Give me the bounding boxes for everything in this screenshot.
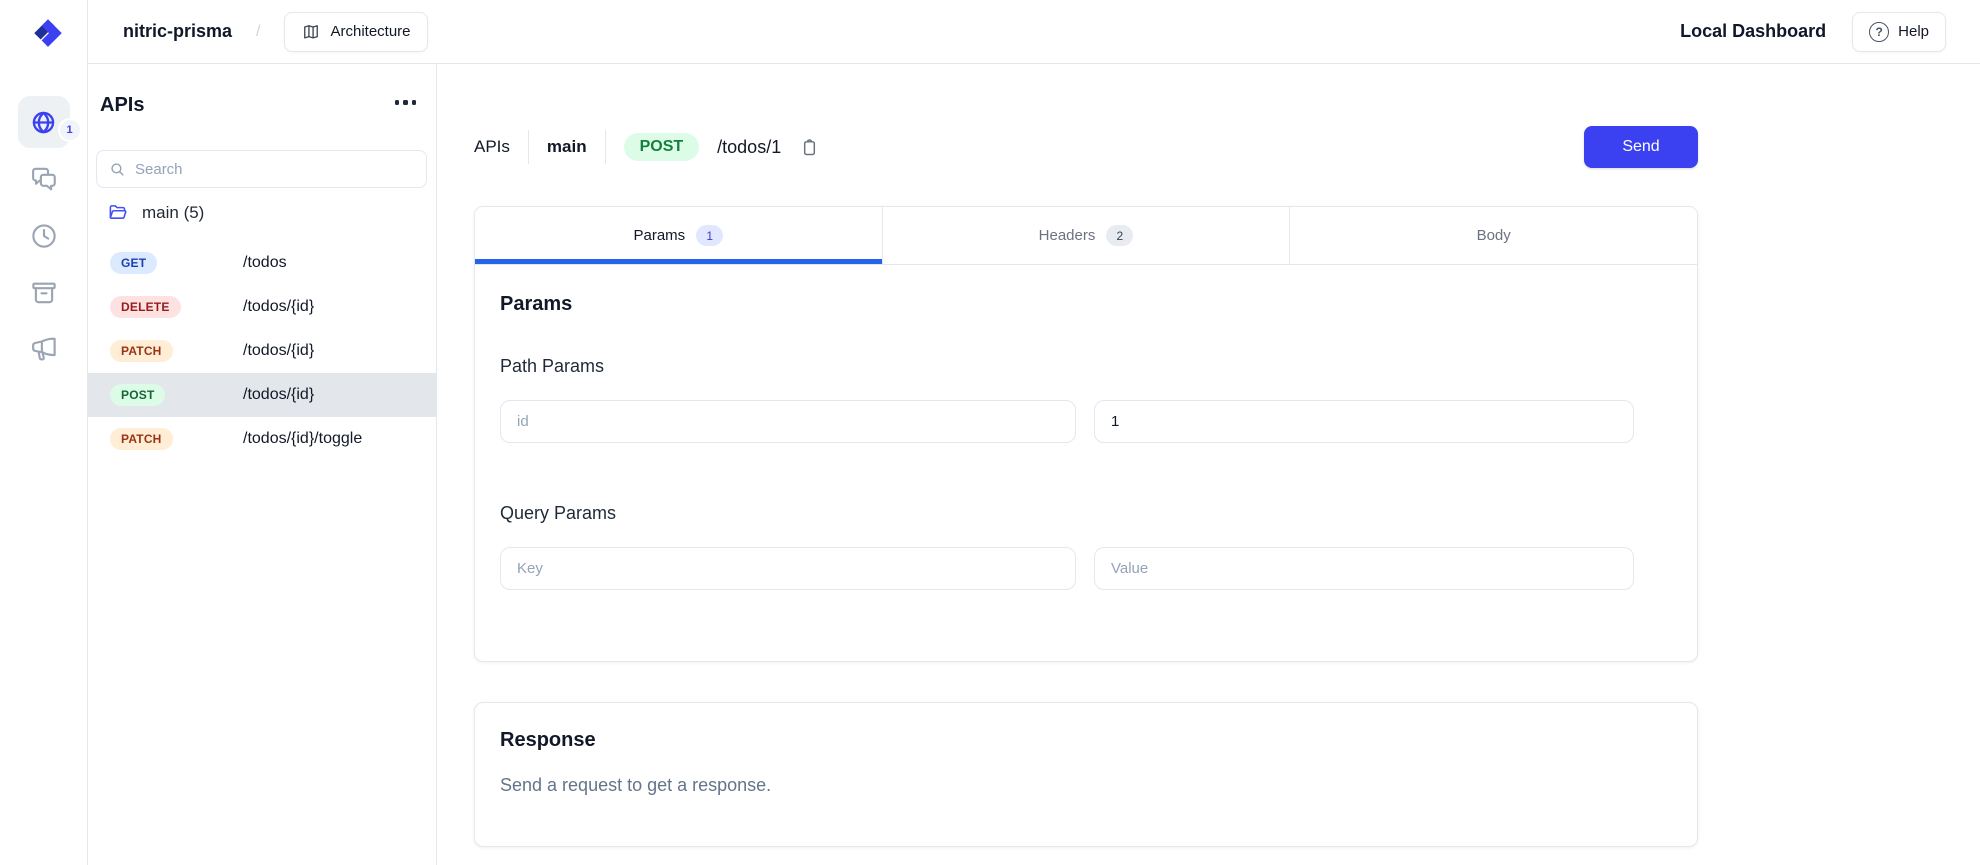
nitric-logo[interactable] — [26, 12, 70, 56]
response-heading: Response — [500, 729, 1672, 752]
divider — [528, 130, 529, 164]
ellipsis-icon — [395, 100, 400, 105]
apis-panel-menu-button[interactable] — [395, 100, 417, 105]
tab-params[interactable]: Params 1 — [475, 207, 883, 264]
sidebar-item-schedules[interactable] — [18, 210, 70, 262]
path-param-key-input[interactable] — [500, 400, 1076, 443]
endpoint-row[interactable]: DELETE/todos/{id} — [88, 285, 436, 329]
apis-panel-title: APIs — [100, 94, 144, 117]
endpoint-list: GET/todosDELETE/todos/{id}PATCH/todos/{i… — [88, 241, 436, 461]
sidebar-item-websockets[interactable] — [18, 153, 70, 205]
main-content: APIs main POST /todos/1 Send Params 1 Head… — [437, 64, 1980, 865]
method-badge: POST — [110, 384, 165, 406]
api-group-label: main (5) — [142, 203, 204, 223]
chat-bubbles-icon — [29, 164, 59, 194]
breadcrumb-root: APIs — [474, 137, 510, 157]
search-input[interactable] — [135, 161, 414, 178]
tab-count-badge: 1 — [696, 225, 723, 246]
help-button-label: Help — [1898, 23, 1929, 40]
request-method-badge: POST — [624, 133, 700, 161]
sidebar-item-storage[interactable] — [18, 267, 70, 319]
top-header: nitric-prisma / Architecture Local Dashb… — [88, 0, 1980, 64]
query-param-value-input[interactable] — [1094, 547, 1634, 590]
dashboard-title: Local Dashboard — [1680, 21, 1826, 42]
search-box — [96, 150, 427, 188]
clock-icon — [29, 221, 59, 251]
help-button[interactable]: ? Help — [1852, 12, 1946, 52]
sidebar-item-apis[interactable]: 1 — [18, 96, 70, 148]
request-tabbar: Params 1 Headers 2 Body — [475, 207, 1697, 265]
method-badge: PATCH — [110, 340, 173, 362]
copy-path-button[interactable] — [799, 137, 820, 158]
tab-headers[interactable]: Headers 2 — [883, 207, 1291, 264]
request-path: /todos/1 — [717, 137, 781, 158]
path-params-row — [500, 400, 1634, 443]
endpoint-row[interactable]: GET/todos — [88, 241, 436, 285]
endpoint-path: /todos/{id} — [243, 298, 314, 316]
endpoint-row[interactable]: PATCH/todos/{id} — [88, 329, 436, 373]
endpoint-path: /todos/{id}/toggle — [243, 430, 362, 448]
endpoint-path: /todos/{id} — [243, 342, 314, 360]
clipboard-icon — [799, 137, 820, 158]
search-icon — [109, 161, 126, 178]
endpoint-row[interactable]: POST/todos/{id} — [88, 373, 436, 417]
apis-count-badge: 1 — [60, 120, 80, 140]
query-params-row — [500, 547, 1634, 590]
params-heading: Params — [500, 293, 1634, 316]
response-card: Response Send a request to get a respons… — [474, 702, 1698, 847]
megaphone-icon — [29, 335, 59, 365]
apis-panel: APIs main (5) GET/todosDELETE/todos/{id}… — [88, 64, 437, 865]
folder-icon — [106, 202, 130, 223]
map-icon — [301, 22, 321, 42]
breadcrumb-separator: / — [256, 23, 260, 41]
sidebar-item-topics[interactable] — [18, 324, 70, 376]
tab-label: Params — [633, 227, 685, 244]
nitric-local-dashboard: 1 — [0, 0, 1980, 865]
tab-label: Body — [1477, 227, 1511, 244]
architecture-button-label: Architecture — [330, 23, 410, 40]
response-empty-message: Send a request to get a response. — [500, 775, 1672, 796]
api-group-main[interactable]: main (5) — [106, 202, 204, 223]
path-params-heading: Path Params — [500, 356, 1634, 377]
question-mark-icon: ? — [1869, 22, 1889, 42]
query-params-heading: Query Params — [500, 503, 1634, 524]
method-badge: DELETE — [110, 296, 181, 318]
tab-count-badge: 2 — [1106, 225, 1133, 246]
icon-rail: 1 — [0, 0, 88, 865]
send-button[interactable]: Send — [1584, 126, 1698, 168]
path-param-value-input[interactable] — [1094, 400, 1634, 443]
project-name: nitric-prisma — [123, 21, 232, 42]
globe-icon — [30, 109, 57, 136]
request-card: Params 1 Headers 2 Body Params Path Params Q… — [474, 206, 1698, 662]
method-badge: PATCH — [110, 428, 173, 450]
request-breadcrumb: APIs main POST /todos/1 — [474, 126, 820, 168]
breadcrumb-api-name: main — [547, 137, 587, 157]
endpoint-path: /todos — [243, 254, 287, 272]
method-badge: GET — [110, 252, 157, 274]
divider — [605, 130, 606, 164]
query-param-key-input[interactable] — [500, 547, 1076, 590]
endpoint-path: /todos/{id} — [243, 386, 314, 404]
architecture-button[interactable]: Architecture — [284, 12, 427, 52]
archive-box-icon — [29, 278, 59, 308]
tab-label: Headers — [1039, 227, 1096, 244]
tab-body[interactable]: Body — [1290, 207, 1697, 264]
endpoint-row[interactable]: PATCH/todos/{id}/toggle — [88, 417, 436, 461]
